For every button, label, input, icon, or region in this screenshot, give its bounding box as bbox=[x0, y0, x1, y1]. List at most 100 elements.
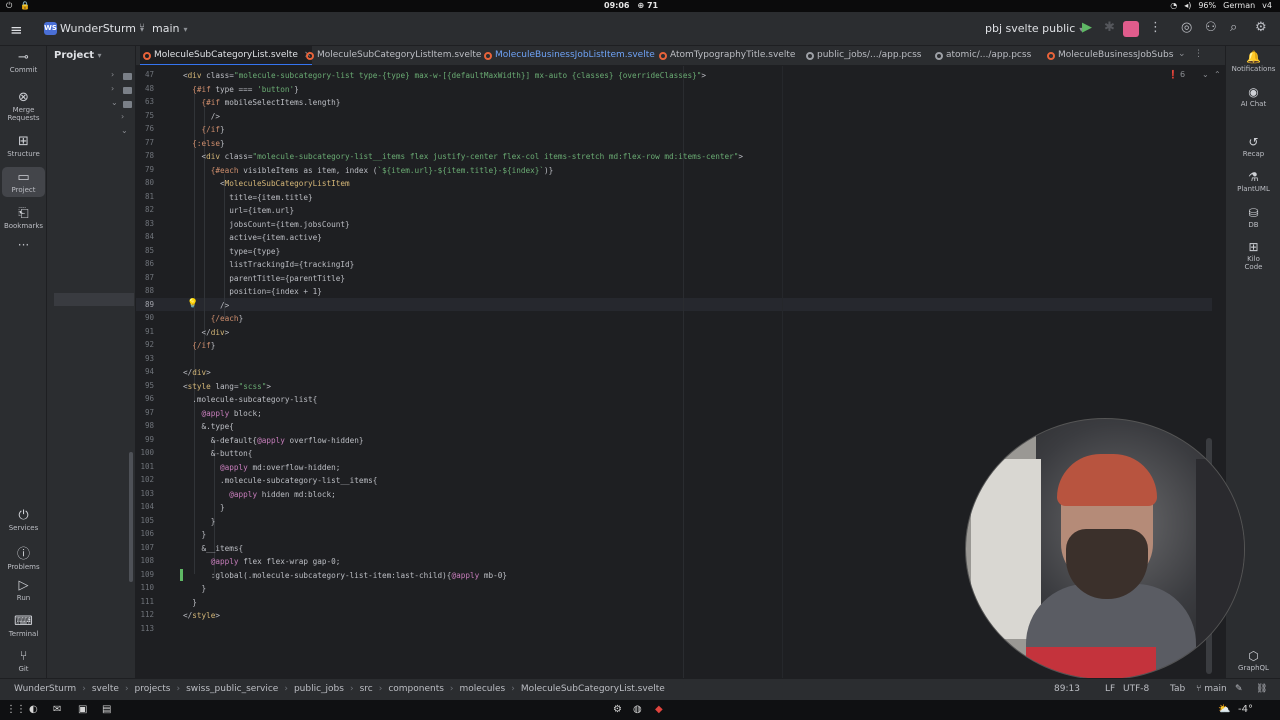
tool-bookmarks[interactable]: ⎗ Bookmarks bbox=[2, 206, 45, 230]
power-icon[interactable]: ⏻ bbox=[6, 1, 12, 11]
tab-molecule-business-job-list-item[interactable]: MoleculeBusinessJobListItem.svelte bbox=[481, 46, 655, 65]
tree-row[interactable]: ⌄ bbox=[47, 126, 136, 139]
breadcrumb-item[interactable]: components bbox=[388, 684, 444, 694]
breadcrumb-item[interactable]: public_jobs bbox=[294, 684, 344, 694]
user-icon[interactable]: ⚇ bbox=[1205, 20, 1217, 35]
clock[interactable]: 09:06 bbox=[604, 1, 629, 10]
navigate-down-icon[interactable]: ⌄ bbox=[1202, 70, 1209, 79]
settings-app-icon[interactable]: ⚙ bbox=[613, 704, 622, 715]
main-menu-icon[interactable]: ≡ bbox=[10, 21, 23, 39]
code-line: <div class="molecule-subcategory-list ty… bbox=[183, 71, 707, 80]
apps-grid-icon[interactable]: ⋮⋮ bbox=[6, 704, 26, 715]
tab-atom-typography-title[interactable]: AtomTypographyTitle.svelte bbox=[656, 46, 795, 65]
code-line: } bbox=[183, 516, 216, 526]
run-icon[interactable]: ▶ bbox=[1082, 20, 1092, 35]
structure-icon: ⊞ bbox=[18, 134, 29, 149]
more-vertical-icon[interactable]: ⋮ bbox=[1149, 20, 1162, 35]
svelte-file-icon bbox=[484, 52, 492, 60]
tool-plantuml[interactable]: ⚗ PlantUML bbox=[1226, 170, 1280, 193]
tab-molecule-business-job-subscri[interactable]: MoleculeBusinessJobSubscri bbox=[1044, 46, 1174, 65]
more-tools-icon[interactable]: ··· bbox=[2, 238, 45, 252]
code-line: &.type{ bbox=[183, 422, 234, 431]
tab-molecule-subcategory-list-item[interactable]: MoleculeSubCategoryListItem.svelte bbox=[303, 46, 481, 65]
debug-icon[interactable]: ✱ bbox=[1104, 20, 1115, 35]
indent-setting[interactable]: Tab bbox=[1170, 684, 1185, 694]
tool-structure[interactable]: ⊞ Structure bbox=[2, 134, 45, 158]
temperature: -4° bbox=[1238, 704, 1253, 715]
tool-terminal[interactable]: ⌨ Terminal bbox=[2, 614, 45, 638]
breadcrumb-item[interactable]: molecules bbox=[460, 684, 506, 694]
more-vertical-icon[interactable]: ⋮ bbox=[1194, 49, 1203, 59]
warning-count[interactable]: ❗ 6 bbox=[1168, 70, 1185, 79]
window-icon[interactable]: ▣ bbox=[78, 704, 87, 715]
wall-poster bbox=[971, 459, 1041, 639]
branch-switcher[interactable]: main ▾ bbox=[152, 22, 188, 35]
mail-icon[interactable]: ✉ bbox=[53, 704, 61, 715]
code-line: @apply block; bbox=[201, 408, 262, 418]
run-config-selector[interactable]: pbj svelte public ▾ bbox=[985, 22, 1083, 35]
battery-level[interactable]: 96% bbox=[1198, 1, 1216, 10]
lock-icon[interactable]: 🔒 bbox=[20, 1, 30, 11]
project-panel-title[interactable]: Project ▾ bbox=[54, 50, 102, 61]
code-line: } bbox=[183, 503, 225, 512]
browser-icon[interactable]: ◐ bbox=[29, 704, 38, 715]
tool-services[interactable]: ⏻ Services bbox=[2, 508, 45, 532]
folder-icon bbox=[123, 87, 132, 94]
tool-git[interactable]: ⑂ Git bbox=[2, 649, 45, 673]
breadcrumb-item[interactable]: src bbox=[360, 684, 373, 694]
tool-problems[interactable]: ⓘ Problems bbox=[2, 543, 45, 571]
edit-icon[interactable]: ✎ bbox=[1235, 684, 1243, 694]
gear-icon[interactable]: ⚙ bbox=[1255, 20, 1267, 35]
lock-icon[interactable]: ⛓ bbox=[1256, 684, 1267, 694]
breadcrumb-item[interactable]: swiss_public_service bbox=[186, 684, 278, 694]
tool-kilo-code[interactable]: ⊞ Kilo Code bbox=[1226, 240, 1280, 271]
stop-icon[interactable] bbox=[1123, 21, 1139, 37]
tree-row[interactable]: ⌄ bbox=[47, 98, 136, 111]
css-file-icon bbox=[806, 52, 814, 60]
tabs-overflow-chevron-icon[interactable]: ⌄ bbox=[1178, 49, 1186, 59]
commit-icon: ⊸ bbox=[18, 50, 29, 65]
search-icon[interactable]: ⌕ bbox=[1230, 20, 1237, 35]
tool-run[interactable]: ▷ Run bbox=[2, 578, 45, 602]
file-encoding[interactable]: UTF-8 bbox=[1123, 684, 1149, 694]
tool-commit[interactable]: ⊸ Commit bbox=[2, 50, 45, 74]
selected-tree-row[interactable] bbox=[54, 293, 134, 306]
line-separator[interactable]: LF bbox=[1105, 684, 1115, 694]
navigate-up-icon[interactable]: ⌃ bbox=[1214, 70, 1221, 79]
cursor-position[interactable]: 89:13 bbox=[1054, 684, 1080, 694]
ide-app-icon[interactable]: ◆ bbox=[655, 704, 663, 715]
tool-ai-chat[interactable]: ◉ AI Chat bbox=[1226, 85, 1280, 108]
tool-db[interactable]: ⛁ DB bbox=[1226, 206, 1280, 229]
git-branch-status[interactable]: ⑂ main bbox=[1196, 684, 1227, 694]
volume-icon[interactable]: ◂) bbox=[1184, 1, 1191, 10]
code-line: {:else} bbox=[192, 138, 225, 148]
tab-molecule-subcategory-list[interactable]: MoleculeSubCategoryList.svelte × bbox=[140, 46, 312, 65]
project-switcher[interactable]: WunderSturm ▾ bbox=[60, 22, 144, 35]
breadcrumb-item[interactable]: WunderSturm bbox=[14, 684, 76, 694]
tool-recap[interactable]: ↺ Recap bbox=[1226, 135, 1280, 158]
tool-notifications[interactable]: 🔔 Notifications bbox=[1226, 50, 1280, 73]
tree-row[interactable]: › bbox=[47, 70, 136, 83]
wifi-icon[interactable]: ◔ bbox=[1170, 1, 1177, 10]
breadcrumb-item[interactable]: svelte bbox=[92, 684, 119, 694]
breadcrumb-item[interactable]: projects bbox=[135, 684, 171, 694]
tool-merge-requests[interactable]: ⊗ Merge Requests bbox=[2, 90, 45, 122]
lightbulb-icon[interactable]: 💡 bbox=[187, 299, 198, 309]
code-line: <style lang="scss"> bbox=[183, 381, 271, 391]
code-line: {#if mobileSelectItems.length} bbox=[201, 98, 341, 107]
tab-public-jobs-app-pcss[interactable]: public_jobs/.../app.pcss bbox=[803, 46, 921, 65]
ai-assistant-icon[interactable]: ◎ bbox=[1181, 20, 1192, 35]
modified-line-marker bbox=[180, 569, 183, 581]
os-taskbar: ⋮⋮ ◐ ✉ ▣ ▤ ⚙ ◍ ◆ ⛅ -4° bbox=[0, 700, 1280, 720]
code-line: } bbox=[183, 530, 207, 539]
keyboard-layout[interactable]: German bbox=[1223, 1, 1255, 10]
project-panel-scrollbar[interactable] bbox=[129, 452, 133, 582]
chrome-icon[interactable]: ◍ bbox=[633, 704, 642, 715]
notification-count[interactable]: ⊕ 71 bbox=[637, 1, 658, 10]
tree-row[interactable]: › bbox=[47, 112, 136, 125]
tree-row[interactable]: › bbox=[47, 84, 136, 97]
breadcrumb-item[interactable]: MoleculeSubCategoryList.svelte bbox=[521, 684, 665, 694]
files-icon[interactable]: ▤ bbox=[102, 704, 111, 715]
tool-project[interactable]: ▭ Project bbox=[2, 167, 45, 197]
tab-atomic-app-pcss[interactable]: atomic/.../app.pcss bbox=[932, 46, 1031, 65]
